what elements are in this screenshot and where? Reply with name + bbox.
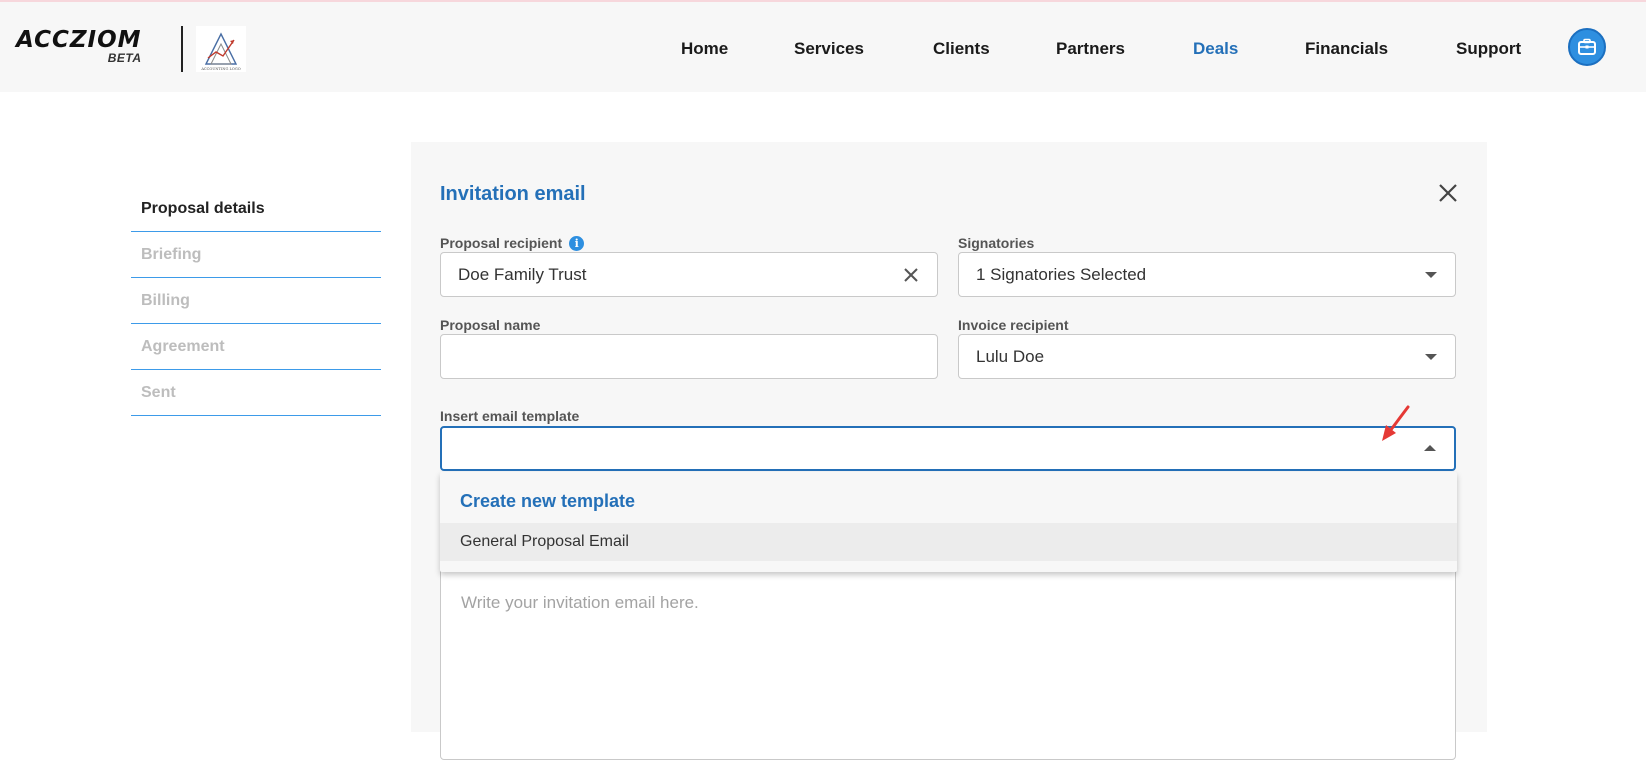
- invoice-recipient-label: Invoice recipient: [958, 317, 1069, 333]
- brand-logo[interactable]: ACCZIOM BETA: [16, 27, 142, 65]
- email-template-dropdown: Create new template General Proposal Ema…: [440, 472, 1457, 572]
- chevron-up-icon[interactable]: [1424, 445, 1436, 451]
- step-briefing[interactable]: Briefing: [131, 232, 381, 278]
- user-menu-button[interactable]: [1568, 28, 1606, 66]
- brand-name: ACCZIOM: [16, 27, 142, 53]
- step-agreement[interactable]: Agreement: [131, 324, 381, 370]
- invitation-email-panel: Invitation email Proposal recipient i Do…: [411, 142, 1487, 760]
- brand-divider: [181, 26, 183, 72]
- annotation-arrow-icon: [1382, 405, 1410, 441]
- nav-services[interactable]: Services: [794, 39, 864, 59]
- close-button[interactable]: [1435, 180, 1461, 206]
- email-template-select[interactable]: [440, 426, 1456, 471]
- partner-logo: ACCOUNTING LOGO: [196, 26, 246, 72]
- signatories-label: Signatories: [958, 235, 1035, 251]
- email-template-label: Insert email template: [440, 408, 580, 424]
- clear-icon[interactable]: [901, 265, 921, 285]
- brand-beta-tag: BETA: [107, 51, 142, 65]
- chevron-down-icon[interactable]: [1425, 272, 1437, 278]
- email-body-editor[interactable]: Write your invitation email here.: [440, 560, 1456, 760]
- info-icon[interactable]: i: [569, 235, 585, 251]
- nav-clients[interactable]: Clients: [933, 39, 990, 59]
- signatories-value: 1 Signatories Selected: [976, 264, 1147, 284]
- step-proposal-details[interactable]: Proposal details: [131, 186, 381, 232]
- panel-title: Invitation email: [440, 183, 586, 205]
- proposal-recipient-label-wrap: Proposal recipient i: [440, 235, 585, 251]
- nav-home[interactable]: Home: [681, 39, 728, 59]
- nav-deals[interactable]: Deals: [1193, 39, 1238, 59]
- proposal-recipient-label: Proposal recipient: [440, 235, 563, 251]
- template-option[interactable]: General Proposal Email: [440, 523, 1457, 561]
- header: ACCZIOM BETA ACCOUNTING LOGO Home Servic…: [0, 2, 1646, 92]
- create-template-option[interactable]: Create new template: [460, 491, 635, 512]
- nav-financials[interactable]: Financials: [1305, 39, 1388, 59]
- nav-support[interactable]: Support: [1456, 39, 1521, 59]
- signatories-select[interactable]: 1 Signatories Selected: [958, 252, 1456, 297]
- invoice-recipient-select[interactable]: Lulu Doe: [958, 334, 1456, 379]
- partner-logo-text: ACCOUNTING LOGO: [200, 67, 240, 71]
- close-icon: [1439, 184, 1457, 202]
- proposal-name-input[interactable]: [440, 334, 938, 379]
- proposal-recipient-value: Doe Family Trust: [458, 264, 587, 284]
- briefcase-icon: [1578, 38, 1596, 55]
- proposal-recipient-field[interactable]: Doe Family Trust: [440, 252, 938, 297]
- proposal-steps: Proposal details Briefing Billing Agreem…: [131, 186, 381, 416]
- step-billing[interactable]: Billing: [131, 278, 381, 324]
- step-sent[interactable]: Sent: [131, 370, 381, 416]
- invoice-recipient-value: Lulu Doe: [976, 346, 1045, 366]
- proposal-name-label: Proposal name: [440, 317, 541, 333]
- chevron-down-icon[interactable]: [1425, 354, 1437, 360]
- email-body-placeholder: Write your invitation email here.: [461, 593, 699, 612]
- nav-partners[interactable]: Partners: [1056, 39, 1125, 59]
